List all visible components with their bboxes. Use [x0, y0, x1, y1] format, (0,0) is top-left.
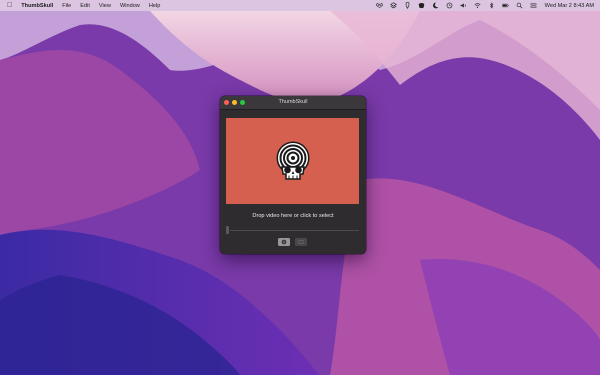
search-icon[interactable]: [514, 0, 525, 11]
frame-icon: [298, 240, 304, 244]
window-title: ThumbSkull: [278, 99, 308, 105]
skull-logo-icon: [276, 141, 310, 180]
settings-button[interactable]: [278, 238, 290, 246]
thumbskull-window: ThumbSkull Drop video here or click to s…: [220, 96, 366, 254]
menu-bar:  ThumbSkull File Edit View Window Help: [0, 0, 600, 11]
video-drop-zone[interactable]: [226, 118, 359, 204]
drop-instructions: Drop video here or click to select: [252, 213, 334, 219]
timeline-slider[interactable]: [226, 226, 359, 234]
menu-view[interactable]: View: [99, 3, 111, 9]
control-center-icon[interactable]: [528, 0, 539, 11]
timeline-track[interactable]: [230, 229, 359, 231]
gear-icon: [281, 239, 287, 245]
menu-clock[interactable]: Wed Mar 2 8:43 AM: [545, 3, 594, 9]
volume-icon[interactable]: [458, 0, 469, 11]
menu-window[interactable]: Window: [120, 3, 140, 9]
layers-icon[interactable]: [388, 0, 399, 11]
mask-icon[interactable]: [416, 0, 427, 11]
menu-help[interactable]: Help: [149, 3, 161, 9]
menu-file[interactable]: File: [62, 3, 71, 9]
export-frame-button[interactable]: [295, 238, 307, 246]
menu-app-name[interactable]: ThumbSkull: [21, 3, 53, 9]
bluetooth-icon[interactable]: [486, 0, 497, 11]
apple-menu-icon[interactable]: : [7, 0, 12, 11]
wifi-icon[interactable]: [472, 0, 483, 11]
timeline-handle[interactable]: [226, 226, 229, 234]
battery-icon[interactable]: [500, 0, 511, 11]
menu-edit[interactable]: Edit: [80, 3, 90, 9]
window-titlebar[interactable]: ThumbSkull: [220, 96, 366, 110]
dropbox-icon[interactable]: [374, 0, 385, 11]
moon-icon[interactable]: [430, 0, 441, 11]
wrench-icon[interactable]: [402, 0, 413, 11]
time-machine-icon[interactable]: [444, 0, 455, 11]
